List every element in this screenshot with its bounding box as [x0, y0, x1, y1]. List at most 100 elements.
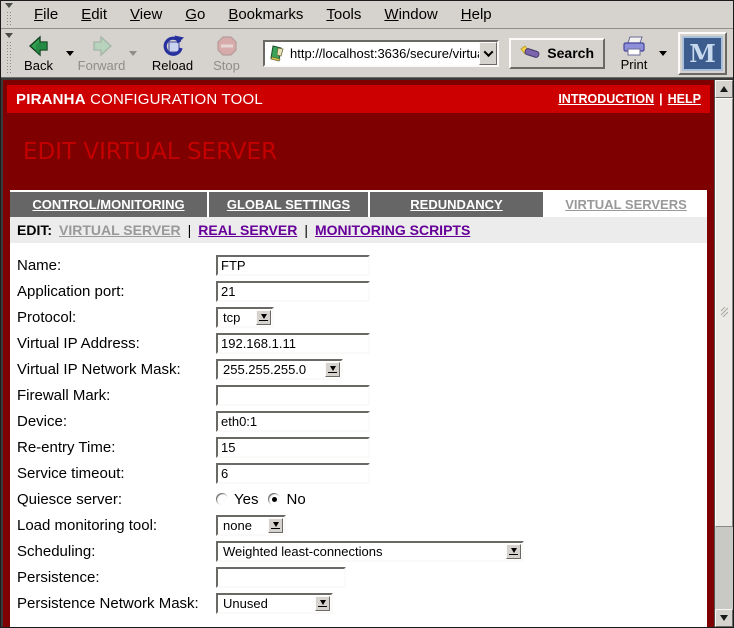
toolbar-grippy[interactable] — [4, 33, 14, 74]
scrollbar-track[interactable] — [715, 98, 733, 609]
search-button[interactable]: Search — [509, 38, 605, 69]
reload-label: Reload — [152, 58, 193, 73]
form-row-device: Device: — [10, 408, 707, 434]
persistence-label: Persistence: — [17, 569, 216, 586]
url-bar — [263, 40, 499, 67]
menu-help[interactable]: Help — [458, 4, 495, 25]
service-timeout-input[interactable] — [216, 463, 370, 484]
persistence-mask-label: Persistence Network Mask: — [17, 595, 216, 612]
toolbar-grippy[interactable] — [4, 3, 14, 26]
help-link[interactable]: HELP — [668, 92, 701, 106]
tab-virtual-servers[interactable]: VIRTUAL SERVERS — [545, 192, 707, 217]
form-row-protocol: Protocol: tcp — [10, 304, 707, 330]
application-port-input[interactable] — [216, 281, 370, 302]
stop-button[interactable]: Stop — [203, 31, 250, 76]
persistence-mask-value: Unused — [223, 596, 309, 611]
print-button[interactable]: Print — [613, 31, 655, 76]
print-icon — [621, 35, 647, 57]
form-row-name: Name: — [10, 252, 707, 278]
device-input[interactable] — [216, 411, 370, 432]
quiesce-server-label: Quiesce server: — [17, 491, 216, 508]
menu-window[interactable]: Window — [381, 4, 440, 25]
subnav-monitoring-scripts-link[interactable]: MONITORING SCRIPTS — [315, 222, 470, 238]
load-monitoring-label: Load monitoring tool: — [17, 517, 216, 534]
arrow-down-icon — [720, 615, 728, 621]
subnav-real-server-link[interactable]: REAL SERVER — [198, 222, 297, 238]
tab-control-monitoring[interactable]: CONTROL/MONITORING — [10, 192, 207, 217]
subnav-virtual-server-link[interactable]: VIRTUAL SERVER — [59, 222, 181, 238]
form-row-service-timeout: Service timeout: — [10, 460, 707, 486]
protocol-label: Protocol: — [17, 309, 216, 326]
scrollbar-thumb[interactable] — [715, 98, 733, 527]
menu-bookmarks[interactable]: Bookmarks — [225, 4, 306, 25]
introduction-link[interactable]: INTRODUCTION — [558, 92, 654, 106]
navigation-toolbar: Back Forward Reload Stop — [1, 29, 733, 78]
browser-window: File Edit View Go Bookmarks Tools Window… — [0, 0, 734, 628]
form-row-virtual-ip: Virtual IP Address: — [10, 330, 707, 356]
print-label: Print — [621, 57, 648, 72]
mozilla-logo-button[interactable]: M — [678, 32, 727, 75]
virtual-ip-input[interactable] — [216, 333, 370, 354]
form-row-application-port: Application port: — [10, 278, 707, 304]
menu-go[interactable]: Go — [182, 4, 208, 25]
menu-bar: File Edit View Go Bookmarks Tools Window… — [1, 1, 733, 29]
load-monitoring-select[interactable]: none — [216, 515, 286, 536]
reload-icon — [161, 34, 185, 58]
print-dropdown-icon[interactable] — [659, 51, 667, 56]
scroll-down-button[interactable] — [715, 609, 733, 627]
quiesce-no-label: No — [286, 491, 305, 508]
url-dropdown-button[interactable] — [479, 42, 497, 65]
form-row-persistence-mask: Persistence Network Mask: Unused — [10, 590, 707, 616]
forward-dropdown-icon[interactable] — [129, 51, 137, 56]
app-title-bold: PIRANHA — [16, 91, 86, 108]
quiesce-yes-radio[interactable] — [216, 493, 228, 505]
header-links: INTRODUCTION | HELP — [558, 92, 701, 106]
forward-button[interactable]: Forward — [78, 31, 125, 76]
mozilla-logo: M — [682, 36, 723, 71]
menu-tools[interactable]: Tools — [323, 4, 364, 25]
persistence-mask-select[interactable]: Unused — [216, 593, 333, 614]
app-title: PIRANHA CONFIGURATION TOOL — [16, 91, 263, 108]
reentry-time-input[interactable] — [216, 437, 370, 458]
load-monitoring-value: none — [223, 518, 262, 533]
quiesce-no-radio[interactable] — [268, 493, 280, 505]
reentry-time-label: Re-entry Time: — [17, 439, 216, 456]
back-button[interactable]: Back — [15, 31, 62, 76]
menu-view[interactable]: View — [127, 4, 165, 25]
stop-icon — [215, 34, 239, 58]
form-row-persistence: Persistence: — [10, 564, 707, 590]
scheduling-select[interactable]: Weighted least-connections — [216, 541, 524, 562]
vertical-scrollbar — [714, 80, 733, 627]
name-input[interactable] — [216, 255, 370, 276]
scheduling-label: Scheduling: — [17, 543, 216, 560]
content-panel: CONTROL/MONITORING GLOBAL SETTINGS REDUN… — [10, 190, 707, 627]
virtual-server-form: Name: Application port: Protocol: tcp — [10, 243, 707, 627]
virtual-ip-mask-select[interactable]: 255.255.255.0 — [216, 359, 343, 380]
dropdown-arrow-icon — [315, 596, 330, 611]
menu-edit[interactable]: Edit — [78, 4, 110, 25]
persistence-input[interactable] — [216, 567, 346, 588]
back-icon — [27, 34, 51, 58]
back-dropdown-icon[interactable] — [66, 51, 74, 56]
tab-global-settings[interactable]: GLOBAL SETTINGS — [209, 192, 368, 217]
tab-bar: CONTROL/MONITORING GLOBAL SETTINGS REDUN… — [10, 190, 707, 217]
edit-prefix: EDIT: — [17, 222, 52, 238]
name-label: Name: — [17, 257, 216, 274]
grippy-dots — [6, 11, 12, 26]
dropdown-arrow-icon — [268, 518, 283, 533]
firewall-mark-input[interactable] — [216, 385, 370, 406]
piranha-page: PIRANHA CONFIGURATION TOOL INTRODUCTION … — [3, 80, 714, 627]
tab-redundancy[interactable]: REDUNDANCY — [370, 192, 543, 217]
protocol-select[interactable]: tcp — [216, 307, 274, 328]
firewall-mark-label: Firewall Mark: — [17, 387, 216, 404]
reload-button[interactable]: Reload — [149, 31, 196, 76]
form-row-firewall-mark: Firewall Mark: — [10, 382, 707, 408]
dropdown-arrow-icon — [256, 310, 271, 325]
form-row-quiesce-server: Quiesce server: Yes No — [10, 486, 707, 512]
scroll-up-button[interactable] — [715, 80, 733, 98]
grippy-collapse-icon — [5, 3, 13, 8]
page-title-block: EDIT VIRTUAL SERVER — [3, 113, 714, 190]
virtual-ip-label: Virtual IP Address: — [17, 335, 216, 352]
url-input[interactable] — [290, 42, 479, 65]
menu-file[interactable]: File — [31, 4, 61, 25]
